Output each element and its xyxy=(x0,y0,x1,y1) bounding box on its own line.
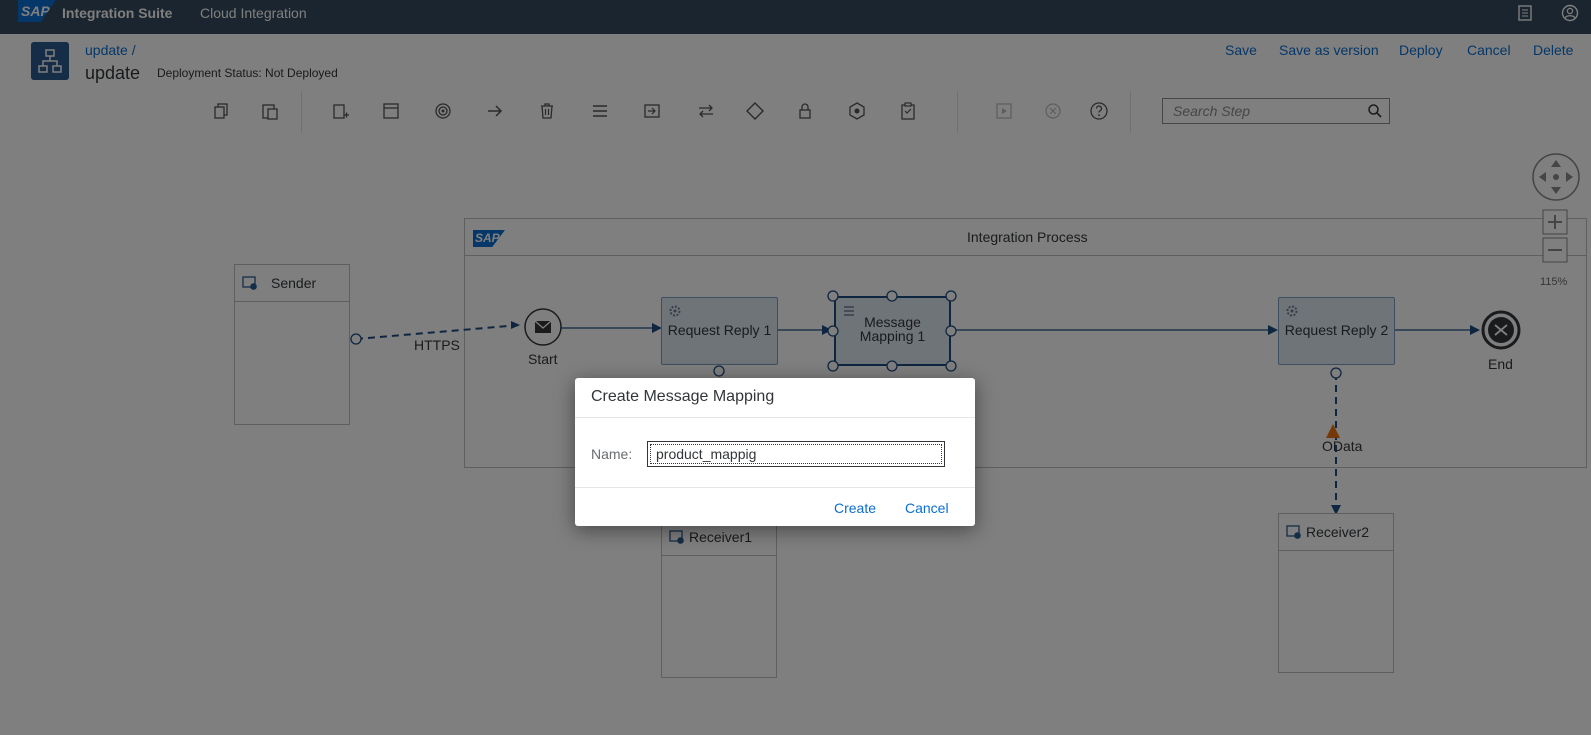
dialog-title: Create Message Mapping xyxy=(591,388,775,405)
dialog-divider xyxy=(575,417,975,418)
modal-overlay xyxy=(0,0,1591,735)
create-button[interactable]: Create xyxy=(834,500,876,516)
dialog-divider xyxy=(575,487,975,488)
name-input[interactable] xyxy=(647,441,945,467)
name-label: Name: xyxy=(591,446,633,462)
create-message-mapping-dialog: Create Message Mapping Name: Create Canc… xyxy=(575,378,975,526)
dialog-cancel-button[interactable]: Cancel xyxy=(905,500,949,516)
